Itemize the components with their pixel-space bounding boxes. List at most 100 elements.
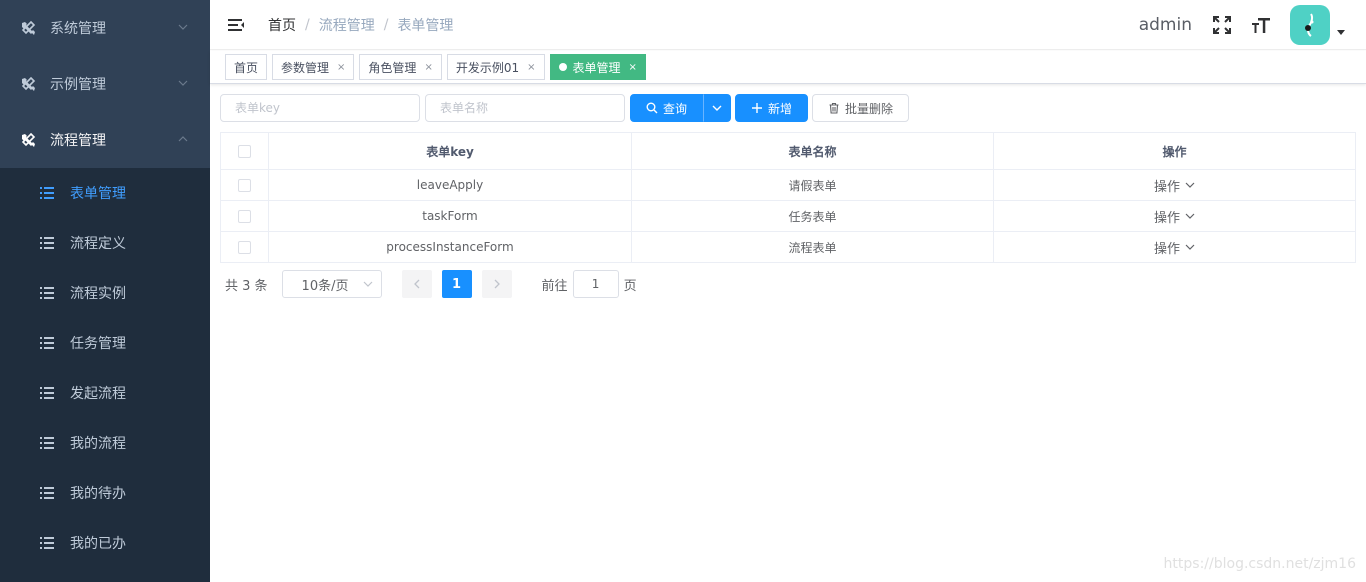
row-select-cell [220, 200, 269, 232]
row-checkbox[interactable] [238, 179, 251, 192]
sidebar-item-label: 我的流程 [70, 436, 126, 452]
chevron-up-icon [176, 132, 190, 146]
operation-label: 操作 [1153, 179, 1180, 195]
chevron-down-icon [176, 76, 190, 90]
operation-dropdown[interactable]: 操作 [1154, 238, 1195, 257]
page-number-current[interactable]: 1 [441, 270, 472, 298]
active-dot-icon [558, 63, 567, 71]
chevron-right-icon [492, 279, 502, 289]
tag-label: 开发示例01 [455, 60, 520, 75]
tag-label: 角色管理 [368, 60, 417, 75]
batch-delete-button[interactable]: 批量删除 [812, 94, 910, 122]
menu-group-workflow[interactable]: 流程管理 [0, 112, 210, 168]
goto-prefix: 前往 [541, 278, 568, 294]
menu-group-system[interactable]: 系统管理 [0, 0, 210, 56]
sidebar-item-label: 任务管理 [70, 336, 126, 352]
sidebar-item-start-process[interactable]: 发起流程 [0, 368, 210, 418]
sidebar-item-process-definition[interactable]: 流程定义 [0, 218, 210, 268]
tag-dev-example[interactable]: 开发示例01 × [446, 54, 545, 80]
list-icon [40, 236, 54, 250]
batch-delete-label: 批量删除 [845, 101, 894, 116]
goto-page-input[interactable] [572, 270, 619, 298]
menu-group-label: 系统管理 [50, 21, 106, 37]
form-key-input[interactable] [220, 94, 420, 122]
breadcrumb-separator: / [305, 16, 310, 33]
select-all-cell [220, 132, 269, 170]
query-split-button: 查询 [630, 94, 732, 122]
chevron-down-icon [1185, 242, 1195, 252]
sidebar-item-label: 发起流程 [70, 386, 126, 402]
form-name-cell: 请假表单 [631, 169, 994, 201]
sidebar-item-my-todo[interactable]: 我的待办 [0, 468, 210, 518]
tags-view: 首页 参数管理 × 角色管理 × 开发示例01 × 表单管理 × [210, 51, 1366, 84]
list-icon [40, 336, 54, 350]
add-button[interactable]: 新增 [735, 94, 809, 122]
tag-params[interactable]: 参数管理 × [272, 54, 355, 80]
search-icon [646, 102, 658, 114]
tag-label: 参数管理 [281, 60, 330, 75]
pagination: 共 3 条 10条/页 1 前往 页 [225, 270, 637, 298]
list-icon [40, 386, 54, 400]
breadcrumb-home[interactable]: 首页 [268, 15, 296, 35]
form-key-cell: taskForm [268, 200, 632, 232]
menu-group-label: 流程管理 [50, 133, 106, 149]
column-header: 表单名称 [631, 132, 994, 170]
query-button[interactable]: 查询 [630, 94, 704, 122]
sidebar-item-label: 我的待办 [70, 486, 126, 502]
tools-icon [20, 76, 36, 92]
page-size-select[interactable]: 10条/页 [281, 270, 382, 298]
pagination-total: 共 3 条 [225, 278, 268, 294]
hamburger-icon[interactable] [227, 16, 245, 34]
sidebar-item-label: 流程实例 [70, 286, 126, 302]
tag-form-management[interactable]: 表单管理 × [549, 54, 646, 80]
goto-suffix: 页 [623, 278, 637, 294]
chevron-down-icon [1185, 180, 1195, 190]
row-checkbox[interactable] [238, 241, 251, 254]
list-icon [40, 186, 54, 200]
tag-roles[interactable]: 角色管理 × [359, 54, 442, 80]
sidebar-item-task-management[interactable]: 任务管理 [0, 318, 210, 368]
query-dropdown-button[interactable] [703, 94, 732, 122]
sidebar-item-my-process[interactable]: 我的流程 [0, 418, 210, 468]
row-checkbox[interactable] [238, 210, 251, 223]
select-all-checkbox[interactable] [238, 145, 251, 158]
operation-cell: 操作 [993, 231, 1356, 263]
form-name-input[interactable] [425, 94, 625, 122]
avatar[interactable] [1290, 5, 1330, 45]
sidebar-item-label: 我的已办 [70, 536, 126, 552]
sidebar-item-process-instance[interactable]: 流程实例 [0, 268, 210, 318]
breadcrumb-workflow: 流程管理 [318, 17, 375, 34]
list-icon [40, 286, 54, 300]
table-row: taskForm 任务表单 操作 [220, 200, 1356, 232]
tools-icon [20, 20, 36, 36]
menu-group-label: 示例管理 [50, 77, 106, 93]
sidebar: 系统管理 示例管理 流程管理 表单管理 流程定义 流程实例 任务管理 发起流程 … [0, 0, 210, 582]
operation-dropdown[interactable]: 操作 [1154, 176, 1195, 195]
column-header: 操作 [993, 132, 1356, 170]
tag-home[interactable]: 首页 [225, 54, 268, 80]
table-row: processInstanceForm 流程表单 操作 [220, 231, 1356, 263]
sidebar-item-my-done[interactable]: 我的已办 [0, 518, 210, 568]
operation-cell: 操作 [993, 169, 1356, 201]
operation-label: 操作 [1153, 210, 1180, 226]
fullscreen-icon[interactable] [1212, 15, 1232, 35]
operation-dropdown[interactable]: 操作 [1154, 207, 1195, 226]
sidebar-item-label: 流程定义 [70, 236, 126, 252]
list-icon [40, 436, 54, 450]
sidebar-item-label: 表单管理 [70, 186, 126, 202]
trash-icon [828, 102, 840, 114]
close-icon[interactable]: × [629, 62, 637, 73]
close-icon[interactable]: × [337, 62, 345, 73]
sidebar-item-form-management[interactable]: 表单管理 [0, 168, 210, 218]
close-icon[interactable]: × [527, 62, 535, 73]
plus-icon [751, 102, 763, 114]
close-icon[interactable]: × [424, 62, 432, 73]
next-page-button[interactable] [481, 270, 512, 298]
caret-down-icon[interactable] [1336, 27, 1346, 37]
row-select-cell [220, 169, 269, 201]
tools-icon [20, 132, 36, 148]
menu-group-example[interactable]: 示例管理 [0, 56, 210, 112]
prev-page-button[interactable] [401, 270, 432, 298]
font-size-icon[interactable] [1251, 15, 1271, 35]
breadcrumb-current: 表单管理 [397, 17, 454, 34]
